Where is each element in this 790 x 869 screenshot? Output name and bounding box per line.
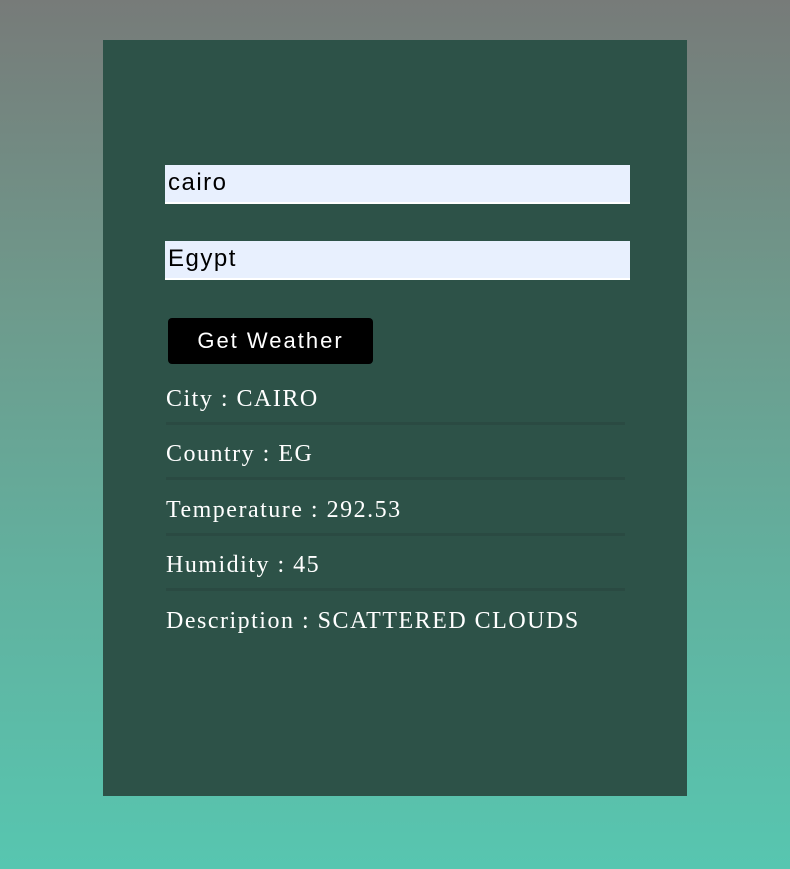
result-country: Country : EG <box>166 441 625 480</box>
city-input[interactable] <box>165 165 630 204</box>
weather-card: Get Weather City : CAIRO Country : EG Te… <box>103 40 687 796</box>
result-temperature: Temperature : 292.53 <box>166 497 625 536</box>
result-city: City : CAIRO <box>166 386 625 425</box>
result-description: Description : SCATTERED CLOUDS <box>166 608 580 634</box>
country-input[interactable] <box>165 241 630 280</box>
get-weather-button[interactable]: Get Weather <box>168 318 373 364</box>
result-humidity: Humidity : 45 <box>166 552 625 591</box>
